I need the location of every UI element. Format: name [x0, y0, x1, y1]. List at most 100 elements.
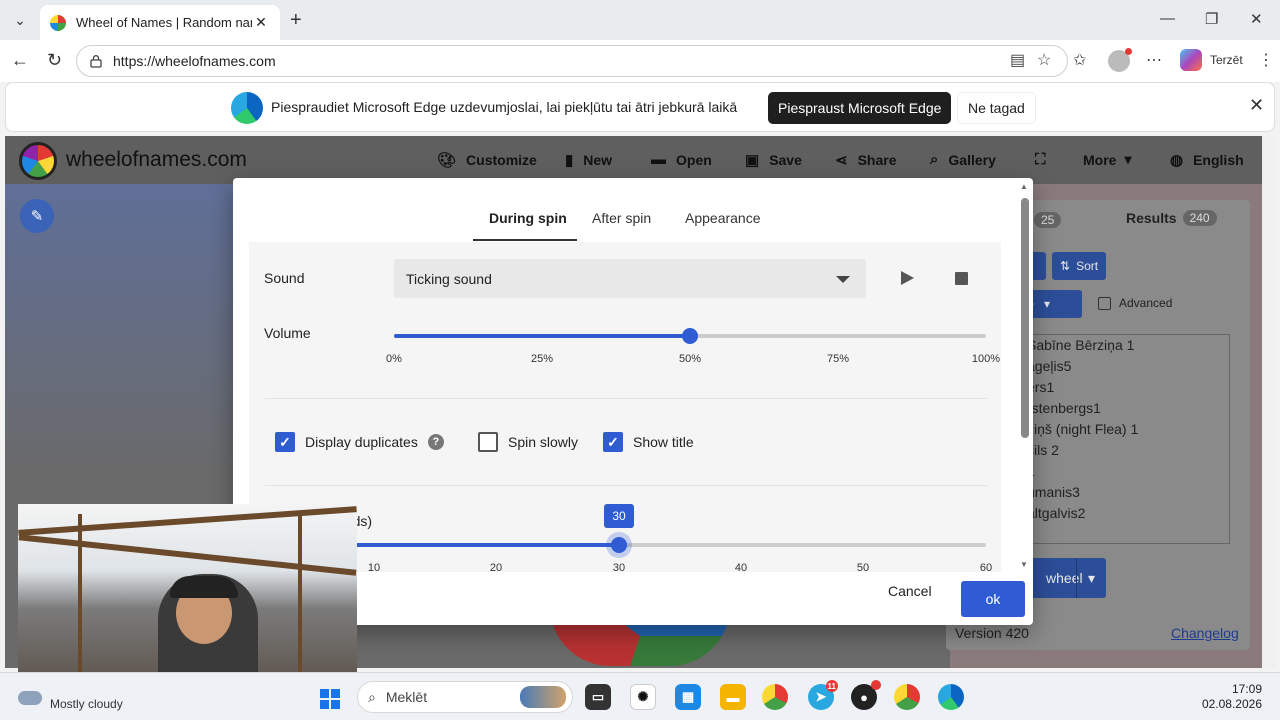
gallery-menu[interactable]: ⌕ Gallery [930, 151, 996, 168]
sort-button[interactable]: ⇅ Sort [1052, 252, 1107, 280]
taskbar-search[interactable]: ⌕ Meklēt [357, 681, 573, 713]
sort-icon: ⇅ [1060, 259, 1071, 273]
results-label: Results [1126, 210, 1177, 226]
brand-name[interactable]: wheelofnames.com [66, 148, 247, 172]
new-tab-plus-icon[interactable]: + [290, 9, 302, 32]
more-options-icon[interactable]: ⋯ [1146, 50, 1162, 70]
refresh-icon[interactable]: ↻ [47, 50, 62, 71]
windows-start-icon[interactable] [320, 689, 340, 709]
display-duplicates-checkbox[interactable]: ✓ Display duplicates ? [275, 432, 444, 452]
infobar-message: Piespraudiet Microsoft Edge uzdevumjosla… [271, 99, 738, 115]
dialog-scrollbar[interactable]: ▲ ▼ [1020, 182, 1030, 572]
tab-close-icon[interactable]: ✕ [252, 14, 270, 31]
cancel-button[interactable]: Cancel [888, 583, 932, 599]
wheel-favicon-icon [50, 14, 66, 31]
reader-mode-icon[interactable]: ▤ [1010, 50, 1025, 70]
store-icon[interactable]: ▦ [675, 684, 701, 710]
restore-icon[interactable]: ❐ [1205, 10, 1218, 28]
browser-tab[interactable]: Wheel of Names | Random name p ✕ [40, 5, 280, 40]
open-menu[interactable]: ▬ Open [651, 151, 712, 168]
stop-icon[interactable] [955, 272, 968, 285]
weather-label[interactable]: Mostly cloudy [50, 697, 123, 711]
profile-avatar-icon[interactable] [1108, 48, 1132, 72]
back-arrow-icon[interactable]: ← [11, 50, 29, 71]
spin-time-tick: 30 [612, 562, 626, 572]
pencil-icon: ✎ [30, 208, 44, 225]
favorite-star-icon[interactable]: ☆ [1037, 50, 1051, 70]
spin-time-tick: 20 [489, 562, 503, 572]
entry-line: altgalvis2 [1027, 505, 1086, 521]
file-explorer-icon[interactable]: ▬ [720, 684, 746, 710]
pin-edge-button[interactable]: Piespraust Microsoft Edge [768, 92, 952, 124]
spin-slowly-checkbox[interactable]: Spin slowly [478, 432, 578, 452]
chrome-icon[interactable] [762, 684, 788, 710]
search-placeholder: Meklēt [385, 689, 428, 705]
chatgpt-icon[interactable]: ✺ [630, 684, 656, 710]
play-icon[interactable] [901, 271, 914, 285]
telegram-icon[interactable]: ➤ 11 [808, 680, 838, 710]
folder-icon: ▬ [651, 151, 666, 168]
entry-line: ageļis5 [1027, 358, 1072, 374]
pillar [78, 514, 82, 684]
entries-textarea[interactable]: Sabīne Bērziņa 1 ageļis5 ers1 rstenbergs… [1006, 334, 1230, 544]
show-title-checkbox[interactable]: ✓ Show title [603, 432, 694, 452]
obs-icon[interactable]: ● [851, 680, 881, 710]
scroll-up-icon[interactable]: ▲ [1020, 182, 1028, 191]
more-menu[interactable]: More ▾ [1083, 151, 1131, 168]
edit-pencil-button[interactable]: ✎ [20, 199, 54, 233]
advanced-checkbox[interactable]: Advanced [1098, 296, 1172, 310]
entry-line: Sabīne Bērziņa 1 [1027, 337, 1135, 353]
spin-time-slider-thumb[interactable] [611, 537, 627, 553]
scroll-down-icon[interactable]: ▼ [1020, 560, 1028, 569]
entry-line: šils 2 [1027, 442, 1059, 458]
chrome-profile-icon[interactable] [894, 684, 920, 710]
checkbox-checked-icon: ✓ [275, 432, 295, 452]
caret-down-icon: ▾ [1044, 297, 1051, 311]
advanced-checkbox-box [1098, 296, 1111, 310]
favorites-list-icon[interactable]: ✩ [1073, 50, 1086, 70]
tab-actions-chevron-icon[interactable]: ⌄ [8, 8, 32, 32]
display-duplicates-label: Display duplicates [305, 434, 418, 450]
language-menu[interactable]: ◍ English [1170, 151, 1244, 169]
during-spin-panel: Sound Ticking sound Volume 0% 25% 50% 75… [249, 242, 1001, 572]
customize-menu[interactable]: 🎨︎ Customize [437, 151, 537, 169]
edge-icon[interactable] [938, 684, 964, 710]
share-menu[interactable]: ⋖ Share [835, 151, 897, 169]
save-menu[interactable]: ▣ Save [745, 151, 802, 169]
volume-slider-thumb[interactable] [682, 328, 698, 344]
ok-button[interactable]: ok [961, 581, 1025, 617]
minimize-icon[interactable]: — [1160, 10, 1175, 27]
results-count-badge: 240 [1182, 210, 1217, 226]
scroll-thumb[interactable] [1021, 198, 1029, 438]
spin-time-value-bubble: 30 [604, 504, 634, 528]
search-highlight-image [520, 686, 566, 708]
tab-during-spin[interactable]: During spin [489, 210, 567, 226]
not-now-button[interactable]: Ne tagad [957, 92, 1036, 124]
task-view-icon[interactable]: ▭ [585, 684, 611, 710]
help-icon[interactable]: ? [427, 434, 444, 450]
pillar [298, 514, 302, 684]
lock-icon [90, 55, 102, 68]
window-close-icon[interactable]: ✕ [1250, 10, 1263, 28]
tab-title: Wheel of Names | Random name p [76, 15, 252, 30]
spin-options-caret-icon[interactable]: ▾ [1076, 558, 1106, 598]
tab-appearance[interactable]: Appearance [685, 210, 761, 226]
system-clock[interactable]: 17:09 02.08.2026 [1200, 682, 1262, 712]
checkbox-checked-icon: ✓ [603, 432, 623, 452]
overflow-menu-icon[interactable]: ⋮ [1258, 50, 1274, 70]
new-menu[interactable]: ▮ New [565, 151, 612, 169]
fullscreen-button[interactable]: ⛶ [1035, 151, 1056, 168]
url-field[interactable]: https://wheelofnames.com [76, 45, 1068, 77]
copilot-button[interactable]: Terzēt [1180, 49, 1243, 71]
results-tab[interactable]: Results 240 [1126, 210, 1217, 226]
sound-select[interactable]: Ticking sound [394, 259, 866, 298]
language-label: English [1193, 152, 1244, 168]
tab-after-spin[interactable]: After spin [592, 210, 651, 226]
infobar-close-icon[interactable]: ✕ [1249, 95, 1264, 116]
page-scrollbar[interactable] [1262, 136, 1276, 668]
wheel-logo-icon[interactable] [19, 142, 57, 180]
changelog-link[interactable]: Changelog [1171, 625, 1239, 641]
share-icon: ⋖ [835, 152, 848, 169]
person-hat [170, 576, 238, 598]
new-label: New [583, 152, 613, 168]
